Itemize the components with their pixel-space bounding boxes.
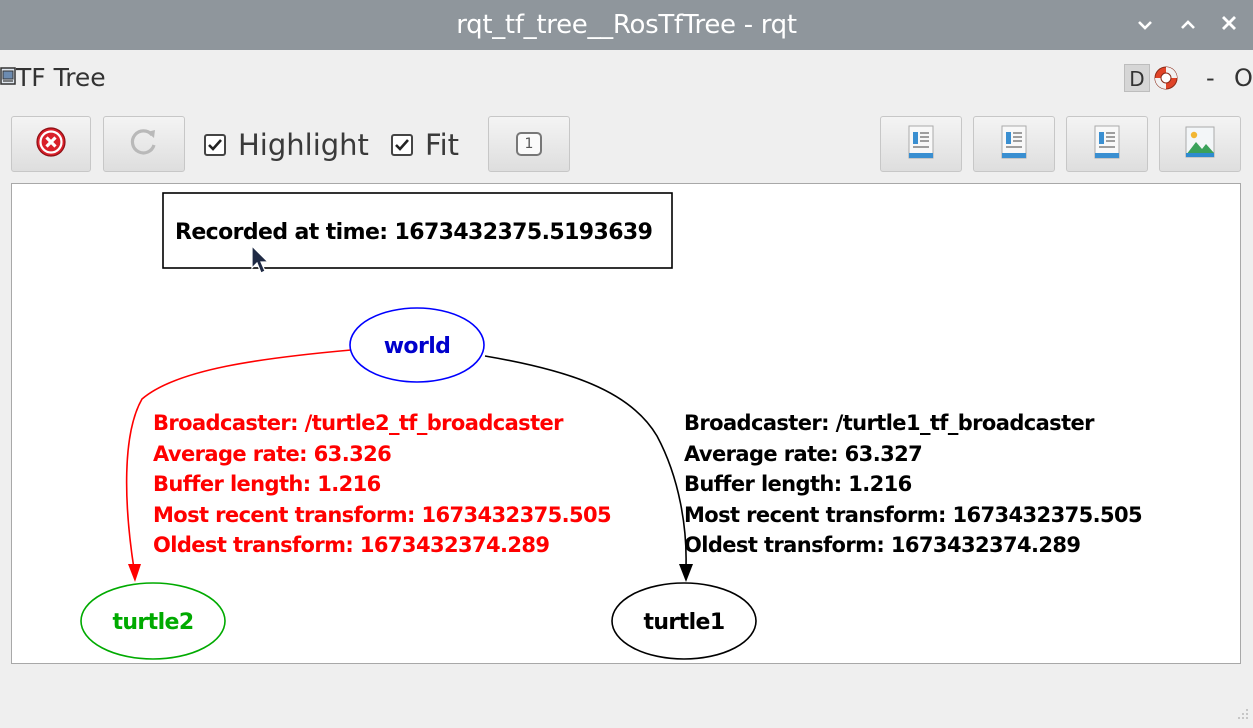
refresh-icon — [128, 126, 160, 162]
save-svg-button[interactable] — [973, 116, 1055, 172]
edge-turtle2-label: Broadcaster: /turtle2_tf_broadcaster Ave… — [153, 411, 612, 557]
window-titlebar: rqt_tf_tree__RosTfTree - rqt — [0, 0, 1253, 50]
window-title: rqt_tf_tree__RosTfTree - rqt — [456, 10, 797, 40]
checkmark-icon — [204, 134, 226, 156]
highlight-checkbox[interactable]: Highlight — [204, 128, 369, 162]
node-world[interactable]: world — [349, 307, 485, 383]
edge-turtle2-oldest: Oldest transform: 1673432374.289 — [153, 533, 549, 557]
node-turtle1-label: turtle1 — [643, 610, 724, 635]
edge-turtle2-average-rate: Average rate: 63.326 — [153, 442, 391, 466]
close-icon — [1221, 15, 1237, 35]
edge-turtle1-oldest: Oldest transform: 1673432374.289 — [684, 533, 1080, 557]
node-world-label: world — [384, 334, 451, 359]
image-icon — [1184, 125, 1216, 163]
recorded-time-label: Recorded at time: 1673432375.5193639 — [175, 220, 652, 245]
dock-button[interactable]: D — [1124, 64, 1150, 92]
close-window-button[interactable] — [1212, 0, 1246, 50]
save-dot-button[interactable] — [880, 116, 962, 172]
cancel-icon — [35, 126, 67, 162]
edge-turtle1-buffer-length: Buffer length: 1.216 — [684, 472, 912, 496]
fit-checkbox[interactable]: Fit — [391, 128, 459, 162]
one-to-one-icon: 1 — [516, 132, 542, 156]
edge-turtle2-broadcaster: Broadcaster: /turtle2_tf_broadcaster — [153, 411, 564, 435]
checkmark-icon — [391, 134, 413, 156]
document-icon — [907, 125, 935, 163]
node-turtle1[interactable]: turtle1 — [611, 582, 757, 660]
minimize-plugin-button[interactable]: - — [1206, 60, 1215, 96]
maximize-button[interactable] — [1171, 0, 1205, 50]
edge-world-turtle2-arrowhead — [128, 564, 141, 582]
fit-label: Fit — [425, 128, 459, 162]
plugin-title: TF Tree — [16, 63, 106, 92]
resize-grip-icon[interactable] — [1237, 705, 1249, 724]
edge-turtle2-most-recent: Most recent transform: 1673432375.505 — [153, 503, 611, 527]
chevron-down-icon — [1137, 16, 1153, 35]
node-turtle2[interactable]: turtle2 — [80, 582, 226, 660]
plugin-window-icon — [0, 66, 16, 86]
refresh-button[interactable] — [103, 116, 185, 172]
edge-turtle1-most-recent: Most recent transform: 1673432375.505 — [684, 503, 1142, 527]
document-icon — [1093, 125, 1121, 163]
help-button[interactable] — [1152, 64, 1180, 92]
close-plugin-button[interactable]: O — [1234, 60, 1253, 96]
edge-turtle1-average-rate: Average rate: 63.327 — [684, 442, 922, 466]
lifebuoy-icon — [1152, 66, 1180, 98]
highlight-label: Highlight — [238, 128, 369, 162]
node-turtle2-label: turtle2 — [112, 610, 193, 635]
minimize-button[interactable] — [1128, 0, 1162, 50]
document-icon — [1000, 125, 1028, 163]
clear-button[interactable] — [11, 116, 91, 172]
save-image-button[interactable] — [1159, 116, 1241, 172]
tf-graph-canvas[interactable]: Recorded at time: 1673432375.5193639 wor… — [11, 183, 1241, 664]
edge-turtle1-broadcaster: Broadcaster: /turtle1_tf_broadcaster — [684, 411, 1095, 435]
edge-turtle1-label: Broadcaster: /turtle1_tf_broadcaster Ave… — [684, 411, 1143, 557]
save-pdf-button[interactable] — [1066, 116, 1148, 172]
recorded-time-box: Recorded at time: 1673432375.5193639 — [162, 192, 673, 269]
chevron-up-icon — [1180, 16, 1196, 35]
edge-turtle2-buffer-length: Buffer length: 1.216 — [153, 472, 381, 496]
fit-in-view-button[interactable]: 1 — [488, 116, 570, 172]
edge-world-turtle1-arrowhead — [679, 564, 693, 582]
